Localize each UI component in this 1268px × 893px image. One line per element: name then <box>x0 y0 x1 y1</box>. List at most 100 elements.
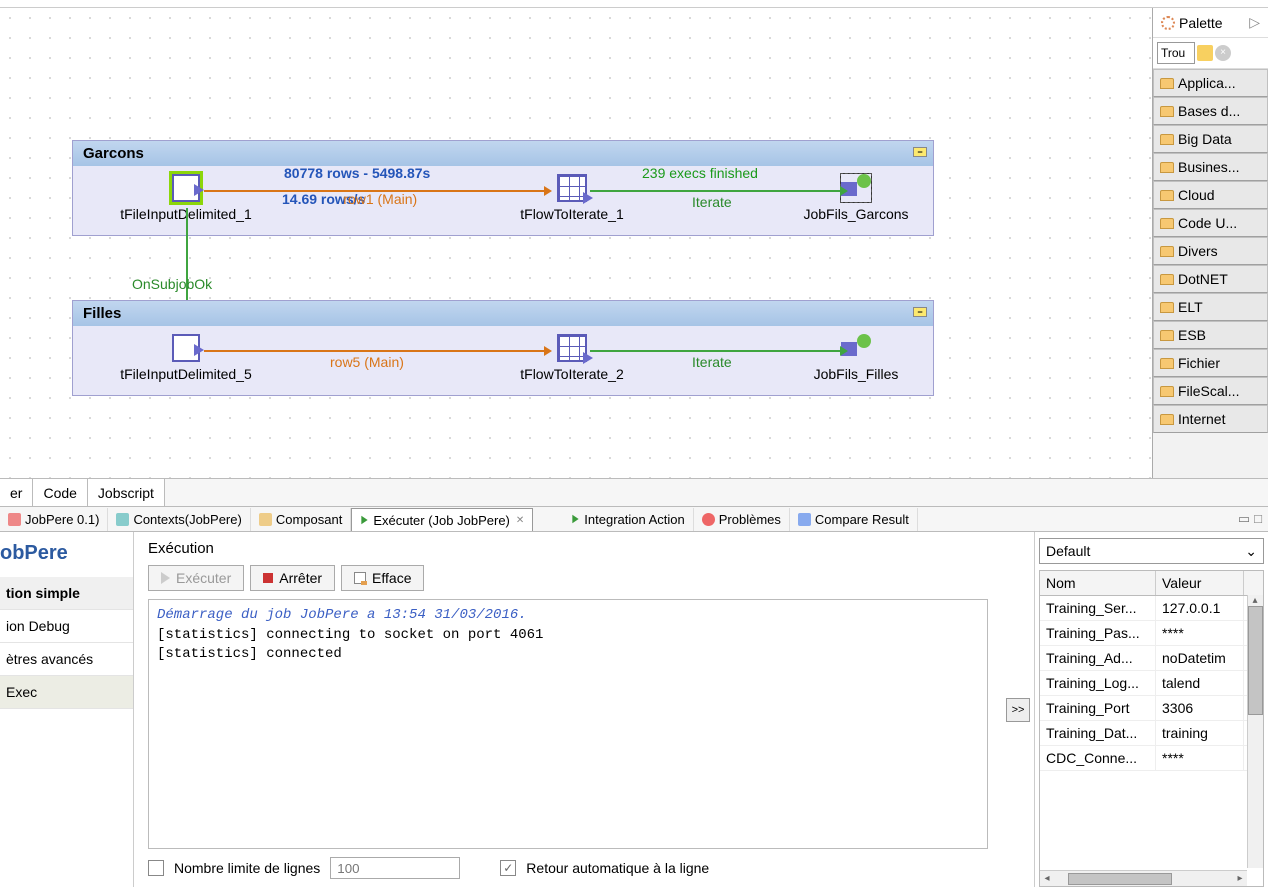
designer-tab[interactable]: er <box>0 479 33 506</box>
nav-item-simple[interactable]: tion simple <box>0 577 133 610</box>
palette-folder[interactable]: ELT <box>1153 293 1268 321</box>
context-row[interactable]: Training_Ad...noDatetim <box>1040 646 1263 671</box>
tab-integration[interactable]: Integration Action <box>563 508 693 531</box>
palette-folder[interactable]: Cloud <box>1153 181 1268 209</box>
folder-icon <box>1160 414 1174 425</box>
context-row[interactable]: CDC_Conne...**** <box>1040 746 1263 771</box>
palette-folder[interactable]: Divers <box>1153 237 1268 265</box>
folder-icon <box>1160 106 1174 117</box>
subjob-title: Garcons <box>83 145 144 162</box>
problems-icon <box>702 513 715 526</box>
tab-problemes[interactable]: Problèmes <box>694 508 790 531</box>
context-row[interactable]: Training_Log...talend <box>1040 671 1263 696</box>
wrap-checkbox[interactable]: ✓ <box>500 860 516 876</box>
component-jobfilsgarcons[interactable]: JobFils_Garcons <box>796 174 916 222</box>
designer-tab-code[interactable]: Code <box>33 479 87 506</box>
context-dropdown[interactable]: Default ⌄ <box>1039 538 1264 564</box>
collapse-icon[interactable]: − <box>913 307 927 317</box>
context-row[interactable]: Training_Pas...**** <box>1040 621 1263 646</box>
tab-executer[interactable]: Exécuter (Job JobPere)✕ <box>351 508 533 533</box>
design-canvas[interactable]: Garcons − tFileInputDelimited_1 tFlowToI… <box>0 8 1152 478</box>
palette-folder[interactable]: Internet <box>1153 405 1268 433</box>
scrollbar-vertical[interactable]: ▴ <box>1247 595 1263 868</box>
folder-icon <box>1160 190 1174 201</box>
designer-tab-jobscript[interactable]: Jobscript <box>88 479 165 506</box>
palette-folder[interactable]: DotNET <box>1153 265 1268 293</box>
limit-input[interactable] <box>330 857 460 879</box>
run-center: Exécution Exécuter Arrêter Efface Démarr… <box>134 532 1002 887</box>
execute-button[interactable]: Exécuter <box>148 565 244 591</box>
scroll-up-icon[interactable]: ▴ <box>1248 595 1262 606</box>
maximize-icon[interactable]: □ <box>1254 511 1262 527</box>
stats-execs: 239 execs finished <box>642 165 758 181</box>
tab-composant[interactable]: Composant <box>251 508 351 531</box>
tab-jobpere[interactable]: JobPere 0.1) <box>0 508 108 531</box>
job-icon <box>8 513 21 526</box>
minimize-icon[interactable]: ▭ <box>1238 511 1250 527</box>
flow-iterate-icon <box>557 174 587 202</box>
component-tflowtoiterate2[interactable]: tFlowToIterate_2 <box>512 334 632 382</box>
palette-folder[interactable]: Busines... <box>1153 153 1268 181</box>
folder-icon <box>1160 274 1174 285</box>
palette-search-input[interactable] <box>1157 42 1195 64</box>
folder-icon <box>1160 218 1174 229</box>
execution-section-title: Exécution <box>148 540 988 557</box>
nav-item-advanced[interactable]: ètres avancés <box>0 643 133 676</box>
scroll-left-icon[interactable]: ◂ <box>1040 873 1054 884</box>
palette-folder[interactable]: ESB <box>1153 321 1268 349</box>
col-header-name[interactable]: Nom <box>1040 571 1156 595</box>
component-tflowtoiterate1[interactable]: tFlowToIterate_1 <box>512 174 632 222</box>
scrollbar-horizontal[interactable]: ◂ ▸ <box>1040 870 1247 886</box>
collapse-icon[interactable]: − <box>913 147 927 157</box>
clear-icon[interactable]: × <box>1215 45 1231 61</box>
subjob-header-garcons[interactable]: Garcons − <box>73 141 933 166</box>
tab-compare[interactable]: Compare Result <box>790 508 918 531</box>
scroll-thumb[interactable] <box>1248 606 1263 715</box>
limit-checkbox[interactable] <box>148 860 164 876</box>
link-label-row1: 14.69 rows/srow1 (Main) <box>282 191 417 207</box>
palette-header: Palette ▷ <box>1153 8 1268 38</box>
expand-button[interactable]: >> <box>1006 698 1030 722</box>
component-jobfilsfilles[interactable]: JobFils_Filles <box>806 334 906 382</box>
nav-item-debug[interactable]: ion Debug <box>0 610 133 643</box>
run-left-nav: obPere tion simple ion Debug ètres avanc… <box>0 532 134 887</box>
nav-item-exec[interactable]: Exec <box>0 676 133 709</box>
link-iterate2[interactable] <box>590 350 840 352</box>
link-row5[interactable] <box>204 350 544 352</box>
stop-icon <box>263 573 273 583</box>
play-icon <box>573 515 579 523</box>
console-output[interactable]: Démarrage du job JobPere a 13:54 31/03/2… <box>148 599 988 849</box>
palette-folder[interactable]: Big Data <box>1153 125 1268 153</box>
arrow-icon <box>544 186 552 196</box>
run-panel: obPere tion simple ion Debug ètres avanc… <box>0 532 1268 887</box>
palette-folder[interactable]: Bases d... <box>1153 97 1268 125</box>
component-tfileinputdelimited5[interactable]: tFileInputDelimited_5 <box>116 334 256 382</box>
context-row[interactable]: Training_Ser...127.0.0.1 <box>1040 596 1263 621</box>
arrow-icon <box>840 186 848 196</box>
close-icon[interactable]: ✕ <box>516 515 524 526</box>
folder-icon <box>1160 78 1174 89</box>
stop-button[interactable]: Arrêter <box>250 565 335 591</box>
folder-icon <box>1160 246 1174 257</box>
run-job-title: obPere <box>0 532 133 577</box>
file-input-icon <box>172 174 200 202</box>
palette-folder[interactable]: FileScal... <box>1153 377 1268 405</box>
col-header-value[interactable]: Valeur <box>1156 571 1244 595</box>
context-row[interactable]: Training_Port3306 <box>1040 696 1263 721</box>
wand-icon[interactable] <box>1197 45 1213 61</box>
scroll-thumb[interactable] <box>1068 873 1172 885</box>
designer-tabs: er Code Jobscript <box>0 478 1268 506</box>
palette-folder[interactable]: Code U... <box>1153 209 1268 237</box>
link-iterate1[interactable] <box>590 190 840 192</box>
folder-icon <box>1160 302 1174 313</box>
scroll-right-icon[interactable]: ▸ <box>1233 873 1247 884</box>
subjob-header-filles[interactable]: Filles − <box>73 301 933 326</box>
context-row[interactable]: Training_Dat...training <box>1040 721 1263 746</box>
palette-folder[interactable]: Fichier <box>1153 349 1268 377</box>
stats-rows: 80778 rows - 5498.87s <box>284 165 430 181</box>
palette-folder[interactable]: Applica... <box>1153 69 1268 97</box>
erase-icon <box>354 572 366 584</box>
chevron-right-icon[interactable]: ▷ <box>1249 14 1260 31</box>
tab-contexts[interactable]: Contexts(JobPere) <box>108 508 250 531</box>
clear-button[interactable]: Efface <box>341 565 424 591</box>
